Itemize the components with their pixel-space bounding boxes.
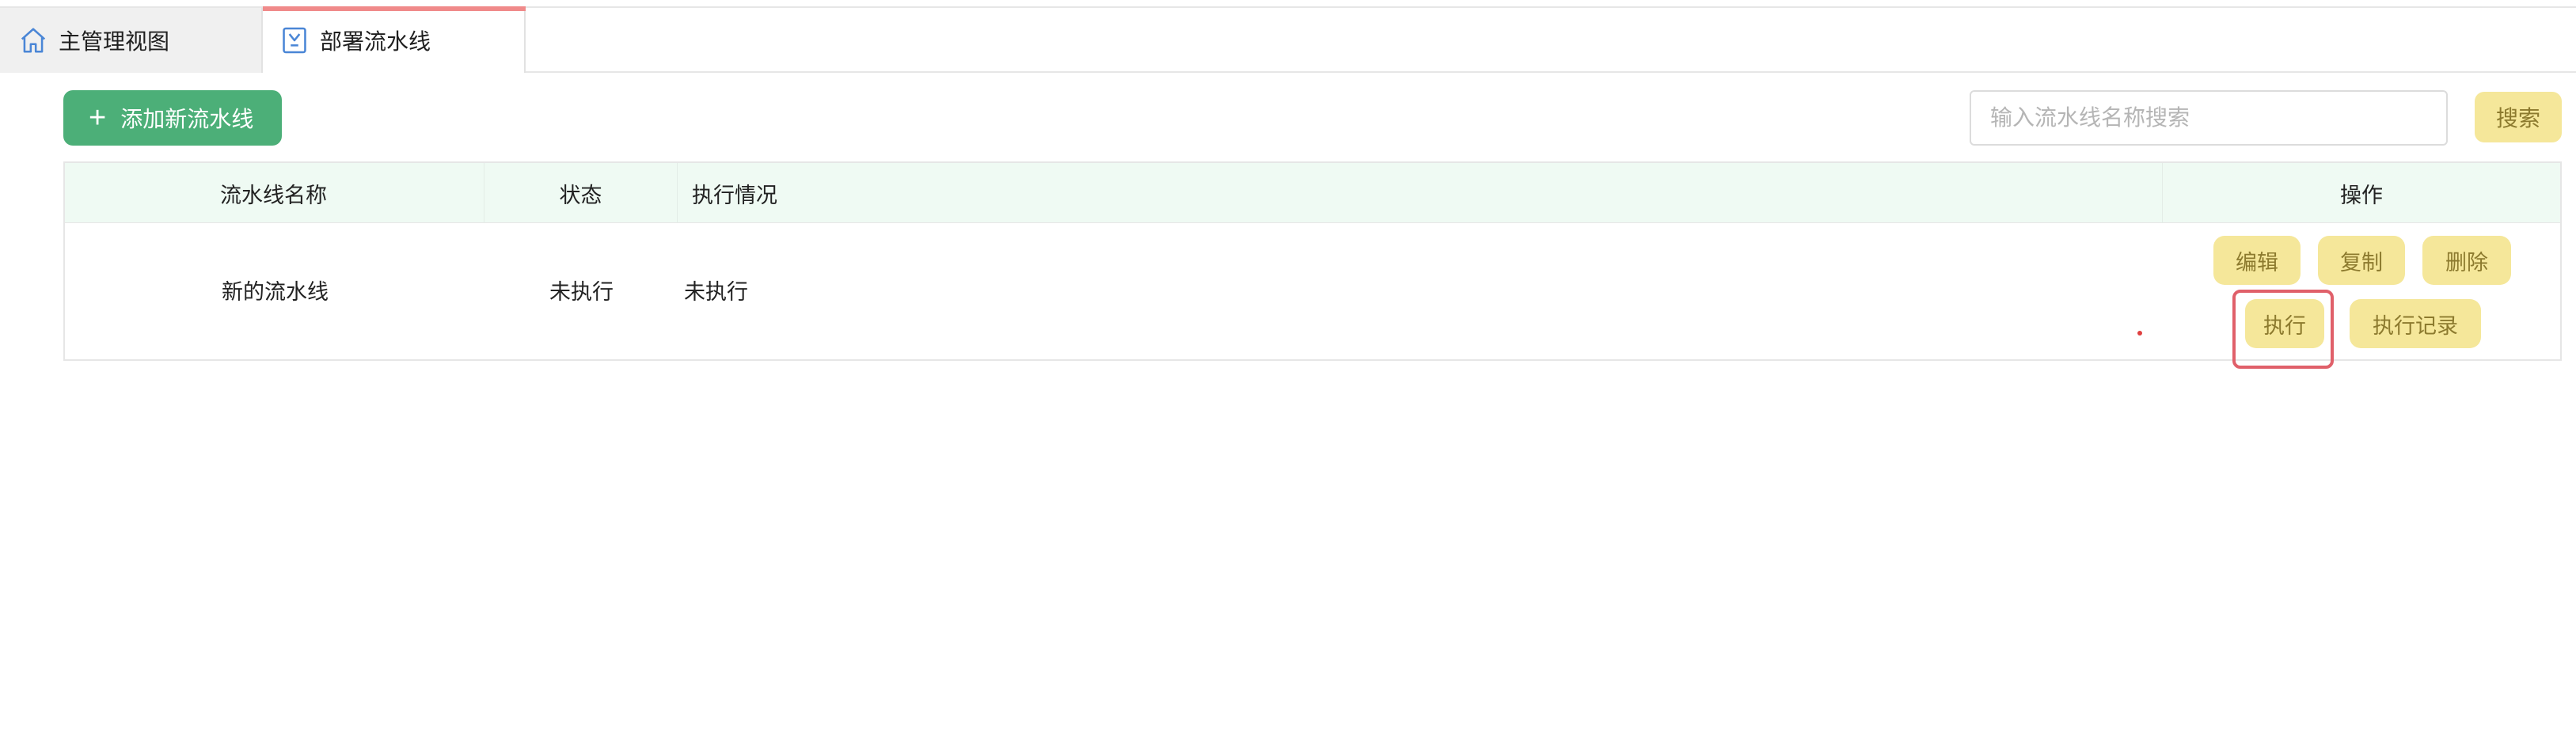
tab-main-management[interactable]: 主管理视图 — [0, 8, 263, 73]
search-button[interactable]: 搜索 — [2475, 92, 2562, 142]
table-cell-execution: 未执行 — [684, 279, 748, 305]
tab-label: 部署流水线 — [320, 28, 431, 55]
home-icon — [17, 25, 49, 56]
delete-button[interactable]: 删除 — [2422, 236, 2511, 285]
tab-deploy-pipeline[interactable]: 部署流水线 — [263, 6, 526, 73]
table-header: 流水线名称 状态 执行情况 操作 — [65, 163, 2560, 223]
column-header-actions: 操作 — [2340, 183, 2383, 208]
pipeline-table: 流水线名称 状态 执行情况 操作 — [63, 161, 2562, 361]
column-header-status: 状态 — [484, 163, 678, 223]
copy-button[interactable]: 复制 — [2318, 236, 2405, 285]
cursor-dot — [2137, 331, 2142, 336]
tab-bar: 主管理视图 部署流水线 — [0, 6, 2576, 73]
execute-button-highlight — [2232, 290, 2334, 369]
execution-history-button[interactable]: 执行记录 — [2350, 299, 2481, 348]
column-header-execution: 执行情况 — [678, 163, 2163, 223]
tab-label: 主管理视图 — [59, 28, 170, 55]
add-pipeline-button[interactable]: + 添加新流水线 — [63, 90, 282, 146]
search-input[interactable] — [1970, 90, 2448, 146]
table-cell-pipeline-name: 新的流水线 — [222, 279, 329, 305]
table-cell-status: 未执行 — [549, 279, 614, 305]
column-header-name: 流水线名称 — [65, 163, 484, 223]
plus-icon: + — [89, 101, 107, 135]
edit-button[interactable]: 编辑 — [2213, 236, 2301, 285]
add-pipeline-label: 添加新流水线 — [120, 107, 254, 131]
pipeline-doc-icon — [279, 25, 310, 56]
